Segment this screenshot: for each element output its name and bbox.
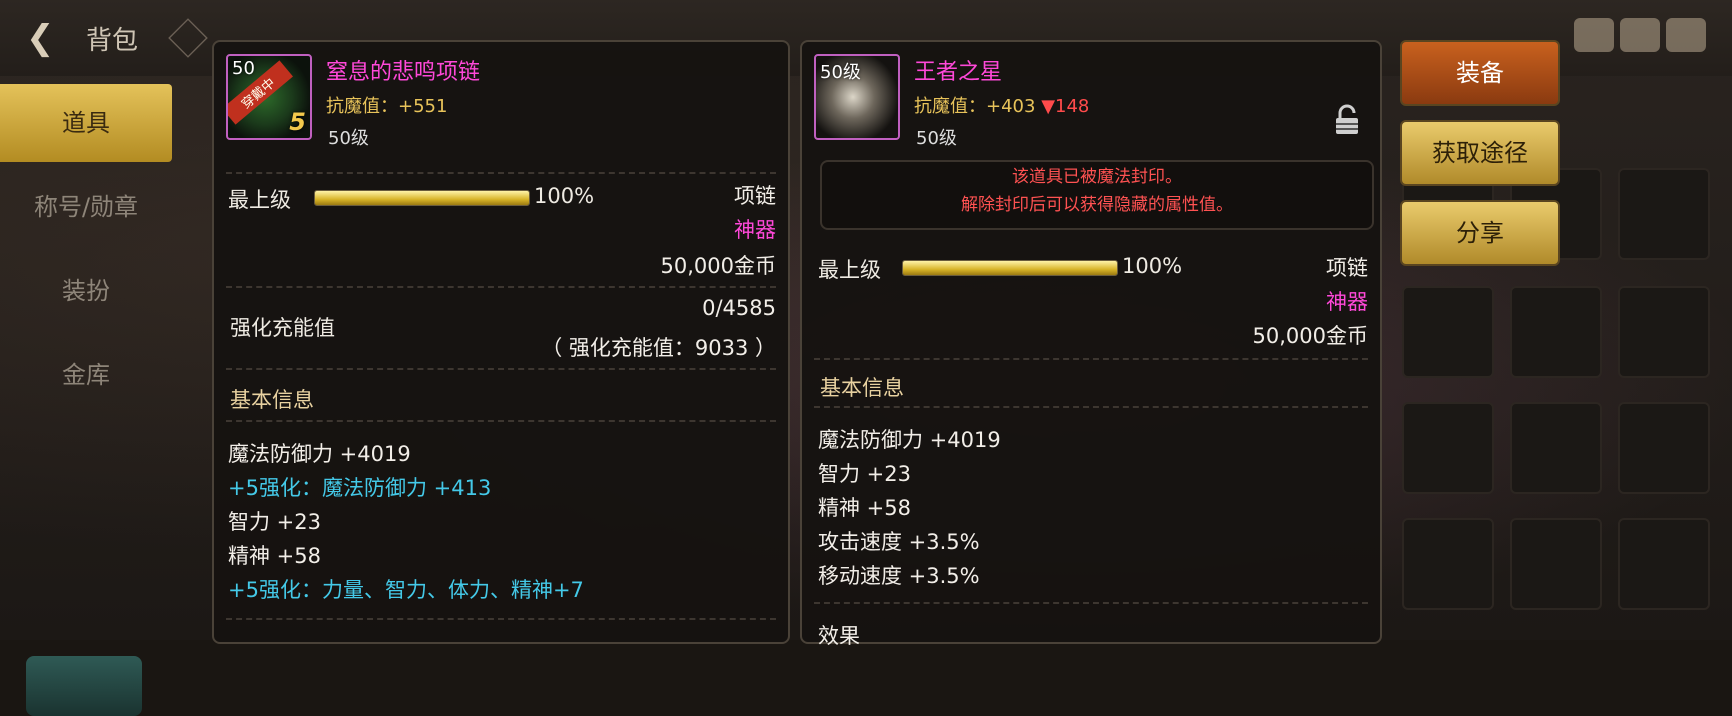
stat-line: 智力 +23 bbox=[228, 510, 321, 534]
equip-button[interactable]: 装备 bbox=[1400, 40, 1560, 106]
basic-info-title: 基本信息 bbox=[820, 376, 904, 400]
lock-icon[interactable] bbox=[1334, 104, 1360, 136]
charge-value: 0/4585 bbox=[702, 296, 776, 320]
sidebar-item-vault[interactable]: 金库 bbox=[0, 336, 172, 414]
grade-label: 最上级 bbox=[818, 258, 881, 282]
item-rarity: 神器 bbox=[734, 218, 776, 242]
icon-level-tag: 50 bbox=[232, 58, 255, 79]
grade-bar-fill bbox=[903, 261, 1117, 275]
magic-resist-line: 抗魔值：+403 ▼148 bbox=[914, 92, 1089, 118]
inventory-slot[interactable] bbox=[1618, 402, 1710, 494]
inventory-slot[interactable] bbox=[1510, 402, 1602, 494]
star-necklace-icon: 50级 bbox=[814, 54, 900, 140]
item-type: 项链 bbox=[734, 184, 776, 208]
divider bbox=[226, 618, 776, 620]
divider bbox=[226, 368, 776, 370]
stat-line: 智力 +23 bbox=[818, 462, 911, 486]
grade-percent: 100% bbox=[1122, 254, 1183, 278]
item-price: 50,000金币 bbox=[660, 254, 776, 278]
enhance-level-badge: 5 bbox=[289, 108, 306, 136]
magic-resist-line: 抗魔值：+551 bbox=[326, 92, 447, 118]
necklace-icon: 50 穿戴中 5 bbox=[226, 54, 312, 140]
sidebar-item-items[interactable]: 道具 bbox=[0, 84, 172, 162]
divider bbox=[226, 172, 776, 174]
item-name: 王者之星 bbox=[914, 60, 1003, 85]
seal-notice: 该道具已被魔法封印。 解除封印后可以获得隐藏的属性值。 bbox=[820, 160, 1374, 230]
inventory-title: 背包 bbox=[86, 26, 139, 56]
resist-value: +403 bbox=[986, 96, 1036, 117]
grade-label: 最上级 bbox=[228, 188, 291, 212]
mail-icon[interactable] bbox=[1620, 18, 1660, 52]
grade-bar bbox=[314, 190, 530, 206]
sidebar-item-avatar[interactable]: 装扮 bbox=[0, 252, 172, 330]
inventory-slot[interactable] bbox=[1402, 286, 1494, 378]
stat-line: 攻击速度 +3.5% bbox=[818, 530, 980, 554]
grade-bar bbox=[902, 260, 1118, 276]
divider bbox=[814, 406, 1368, 408]
resist-label: 抗魔值： bbox=[326, 96, 398, 117]
inventory-slot[interactable] bbox=[1618, 286, 1710, 378]
inventory-slot[interactable] bbox=[1510, 518, 1602, 610]
seal-line: 该道具已被魔法封印。 bbox=[1012, 167, 1182, 187]
stat-line: 魔法防御力 +4019 bbox=[228, 442, 411, 466]
obtain-route-button[interactable]: 获取途径 bbox=[1400, 120, 1560, 186]
enhance-stat-line: +5强化：力量、智力、体力、精神+7 bbox=[228, 578, 584, 602]
inventory-slot[interactable] bbox=[1618, 168, 1710, 260]
divider bbox=[814, 358, 1368, 360]
chat-icon[interactable] bbox=[1666, 18, 1706, 52]
divider bbox=[226, 420, 776, 422]
inventory-slot[interactable] bbox=[1402, 402, 1494, 494]
inventory-slot[interactable] bbox=[1618, 518, 1710, 610]
sidebar-item-titles[interactable]: 称号/勋章 bbox=[0, 168, 172, 246]
equipped-item-tooltip: 50 穿戴中 5 窒息的悲鸣项链 抗魔值：+551 50级 最上级 100% 项… bbox=[212, 40, 790, 644]
enhance-stat-line: +5强化：魔法防御力 +413 bbox=[228, 476, 492, 500]
resist-diff: ▼148 bbox=[1041, 96, 1090, 117]
inventory-slot[interactable] bbox=[1402, 518, 1494, 610]
divider bbox=[226, 286, 776, 288]
charge-total: （ 强化充能值：9033 ） bbox=[541, 336, 776, 360]
inventory-slot[interactable] bbox=[1510, 286, 1602, 378]
item-level: 50级 bbox=[328, 128, 369, 149]
resist-value: +551 bbox=[398, 96, 448, 117]
compared-item-tooltip: 50级 王者之星 抗魔值：+403 ▼148 50级 该道具已被魔法封印。 解除… bbox=[800, 40, 1382, 648]
equipment-tab-icon[interactable] bbox=[168, 18, 208, 58]
grade-percent: 100% bbox=[534, 184, 595, 208]
character-thumbnail[interactable] bbox=[26, 656, 142, 716]
basic-info-title: 基本信息 bbox=[230, 388, 314, 412]
share-button[interactable]: 分享 bbox=[1400, 200, 1560, 266]
divider bbox=[814, 602, 1368, 604]
charge-label: 强化充能值 bbox=[230, 316, 335, 340]
stat-line: 精神 +58 bbox=[818, 496, 911, 520]
item-rarity: 神器 bbox=[1326, 290, 1368, 314]
stat-line: 精神 +58 bbox=[228, 544, 321, 568]
back-arrow-icon[interactable]: ❮ bbox=[26, 18, 66, 58]
pouch-icon[interactable] bbox=[1574, 18, 1614, 52]
resist-label: 抗魔值： bbox=[914, 96, 986, 117]
inventory-sidebar: 道具 称号/勋章 装扮 金库 bbox=[0, 76, 172, 716]
item-type: 项链 bbox=[1326, 256, 1368, 280]
stat-line: 移动速度 +3.5% bbox=[818, 564, 980, 588]
item-name: 窒息的悲鸣项链 bbox=[326, 60, 481, 85]
item-price: 50,000金币 bbox=[1252, 324, 1368, 348]
seal-line: 解除封印后可以获得隐藏的属性值。 bbox=[961, 195, 1233, 215]
item-level: 50级 bbox=[916, 128, 957, 149]
icon-level-tag: 50级 bbox=[820, 62, 861, 83]
effect-title: 效果 bbox=[818, 624, 860, 648]
stat-line: 魔法防御力 +4019 bbox=[818, 428, 1001, 452]
grade-bar-fill bbox=[315, 191, 529, 205]
